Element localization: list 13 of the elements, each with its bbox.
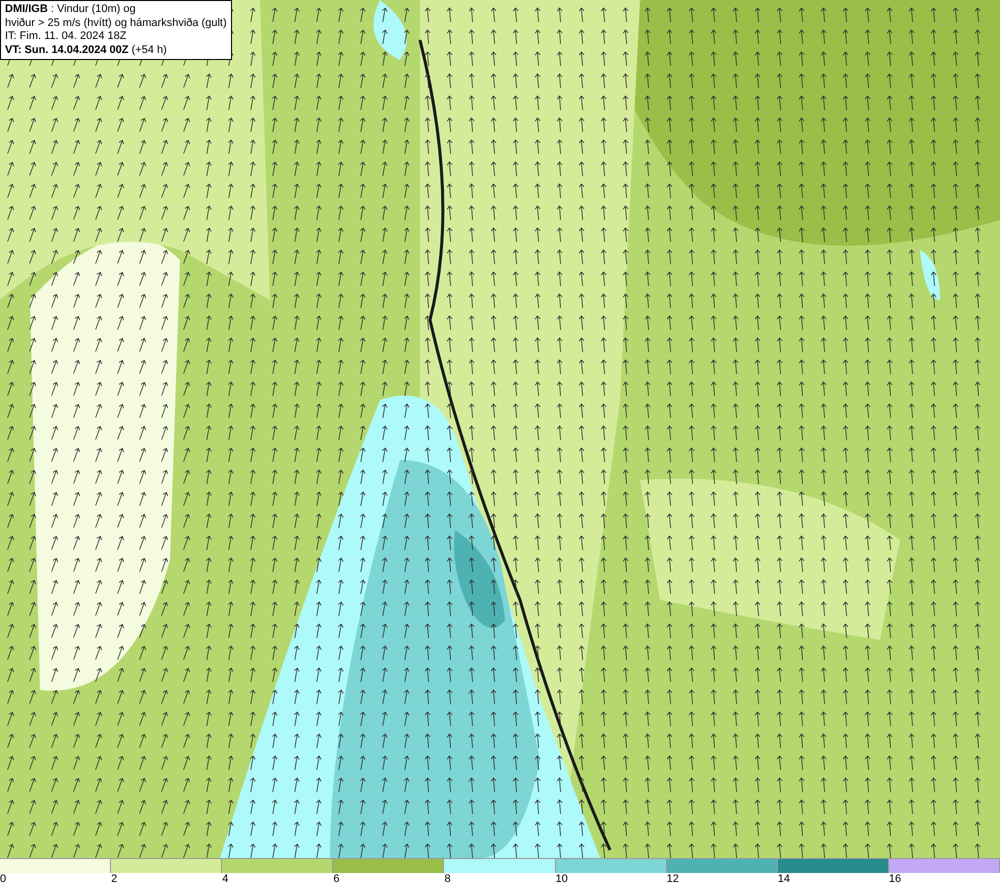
scale-label: 12 [666,873,679,886]
scale-label: 16 [888,873,902,886]
info-text: DMI/IGB : Vindur (10m) og [5,3,137,16]
scale-label: 14 [778,873,790,886]
info-text: VT: Sun. 14.04.2024 00Z (+54 h) [5,44,168,57]
info-text: hviður > 25 m/s (hvítt) og hámarkshviða (gult) [5,16,227,30]
scale-label: 6 [333,873,340,886]
scale-label: 10 [556,873,568,886]
scale-label: 0 [0,873,6,886]
scale-label: 8 [444,873,451,886]
info-text: IT: Fim. 11. 04. 2024 18Z [5,30,128,44]
scale-label: 4 [222,873,228,886]
scale-label: 2 [111,873,118,886]
